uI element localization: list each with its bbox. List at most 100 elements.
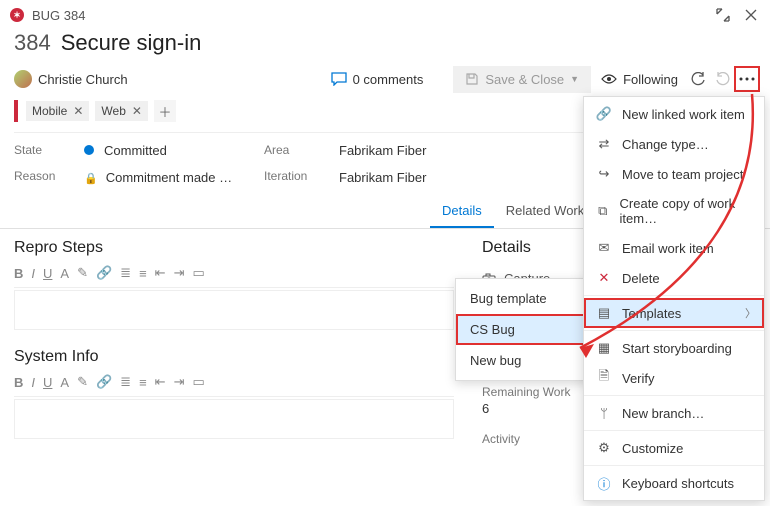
bold-icon[interactable]: B bbox=[14, 375, 23, 390]
menu-create-copy[interactable]: ⧉Create copy of work item… bbox=[584, 189, 764, 233]
menu-shortcuts[interactable]: ⓘKeyboard shortcuts bbox=[584, 468, 764, 498]
menu-separator bbox=[584, 465, 764, 466]
refresh-icon[interactable] bbox=[686, 67, 710, 91]
number-list-icon[interactable]: ≡ bbox=[139, 266, 147, 281]
menu-move-team[interactable]: ↪Move to team project bbox=[584, 159, 764, 189]
fullscreen-icon[interactable] bbox=[714, 6, 732, 24]
iteration-label: Iteration bbox=[264, 169, 319, 183]
swap-icon: ⇄ bbox=[596, 136, 612, 152]
reason-value[interactable]: Commitment made … bbox=[84, 170, 244, 185]
system-info-editor[interactable] bbox=[14, 399, 454, 439]
copy-icon: ⧉ bbox=[596, 203, 610, 219]
indent-icon[interactable]: ⇥ bbox=[174, 374, 185, 390]
follow-label: Following bbox=[623, 72, 678, 87]
reason-label: Reason bbox=[14, 169, 64, 183]
menu-separator bbox=[584, 295, 764, 296]
rich-text-toolbar: B I U A ✎ 🔗 ≣ ≡ ⇤ ⇥ ▭ bbox=[14, 374, 454, 397]
state-label: State bbox=[14, 143, 64, 157]
work-item-id: 384 bbox=[14, 30, 51, 56]
menu-email[interactable]: ✉Email work item bbox=[584, 233, 764, 263]
tag-remove-icon[interactable]: ✕ bbox=[132, 104, 142, 118]
color-strip bbox=[14, 100, 18, 122]
link-icon: 🔗 bbox=[596, 106, 612, 122]
tag-label: Web bbox=[101, 104, 125, 118]
menu-storyboard[interactable]: ▦Start storyboarding bbox=[584, 333, 764, 363]
storyboard-icon: ▦ bbox=[596, 340, 612, 356]
underline-icon[interactable]: U bbox=[43, 375, 52, 390]
bold-icon[interactable]: B bbox=[14, 266, 23, 281]
bullet-list-icon[interactable]: ≣ bbox=[120, 265, 131, 281]
system-info-heading: System Info bbox=[14, 348, 454, 366]
add-tag-button[interactable]: ＋ bbox=[154, 100, 176, 122]
link-icon[interactable]: 🔗 bbox=[96, 265, 112, 281]
indent-icon[interactable]: ⇥ bbox=[174, 265, 185, 281]
state-value[interactable]: Committed bbox=[84, 143, 244, 158]
info-icon: ⓘ bbox=[596, 475, 612, 491]
font-icon[interactable]: A bbox=[60, 266, 69, 281]
underline-icon[interactable]: U bbox=[43, 266, 52, 281]
image-icon[interactable]: ▭ bbox=[192, 265, 204, 281]
font-icon[interactable]: A bbox=[60, 375, 69, 390]
save-close-button: Save & Close ▼ bbox=[453, 66, 591, 93]
undo-icon[interactable] bbox=[710, 67, 734, 91]
menu-separator bbox=[584, 330, 764, 331]
menu-new-branch[interactable]: ᛘNew branch… bbox=[584, 398, 764, 428]
template-icon: ▤ bbox=[596, 305, 612, 321]
template-item-cs-bug[interactable]: CS Bug bbox=[456, 314, 589, 345]
work-item-title[interactable]: Secure sign-in bbox=[61, 30, 202, 56]
outdent-icon[interactable]: ⇤ bbox=[155, 265, 166, 281]
italic-icon[interactable]: I bbox=[31, 266, 35, 281]
italic-icon[interactable]: I bbox=[31, 375, 35, 390]
area-label: Area bbox=[264, 143, 319, 157]
state-dot-icon bbox=[84, 145, 94, 155]
rich-text-toolbar: B I U A ✎ 🔗 ≣ ≡ ⇤ ⇥ ▭ bbox=[14, 265, 454, 288]
repro-steps-editor[interactable] bbox=[14, 290, 454, 330]
delete-icon: ✕ bbox=[596, 270, 612, 286]
template-item-new-bug[interactable]: New bug bbox=[456, 345, 589, 376]
follow-toggle[interactable]: Following bbox=[601, 72, 678, 87]
more-actions-menu: 🔗New linked work item ⇄Change type… ↪Mov… bbox=[583, 96, 765, 501]
menu-change-type[interactable]: ⇄Change type… bbox=[584, 129, 764, 159]
lock-icon bbox=[84, 170, 106, 185]
menu-customize[interactable]: ⚙Customize bbox=[584, 433, 764, 463]
menu-verify[interactable]: 🗎Verify bbox=[584, 363, 764, 393]
bug-tag-label: BUG 384 bbox=[32, 8, 704, 23]
image-icon[interactable]: ▭ bbox=[192, 374, 204, 390]
eye-icon bbox=[601, 73, 617, 85]
comments-count[interactable]: 0 comments bbox=[353, 72, 424, 87]
more-actions-button[interactable] bbox=[734, 66, 760, 92]
tag-remove-icon[interactable]: ✕ bbox=[73, 104, 83, 118]
template-item-bug-template[interactable]: Bug template bbox=[456, 283, 589, 314]
mail-icon: ✉ bbox=[596, 240, 612, 256]
menu-delete[interactable]: ✕Delete bbox=[584, 263, 764, 293]
bug-type-icon: ✶ bbox=[10, 8, 24, 22]
avatar[interactable] bbox=[14, 70, 32, 88]
iteration-value[interactable]: Fabrikam Fiber bbox=[339, 170, 469, 185]
branch-icon: ᛘ bbox=[596, 405, 612, 421]
menu-separator bbox=[584, 395, 764, 396]
assignee-name[interactable]: Christie Church bbox=[38, 72, 128, 87]
highlight-icon[interactable]: ✎ bbox=[77, 265, 88, 281]
ellipsis-icon bbox=[739, 77, 755, 81]
menu-separator bbox=[584, 430, 764, 431]
menu-new-linked[interactable]: 🔗New linked work item bbox=[584, 99, 764, 129]
move-icon: ↪ bbox=[596, 166, 612, 182]
tag-mobile[interactable]: Mobile ✕ bbox=[26, 101, 89, 121]
chevron-down-icon: ▼ bbox=[570, 74, 579, 84]
link-icon[interactable]: 🔗 bbox=[96, 374, 112, 390]
comments-icon[interactable] bbox=[331, 72, 347, 86]
verify-icon: 🗎 bbox=[596, 370, 612, 386]
outdent-icon[interactable]: ⇤ bbox=[155, 374, 166, 390]
tab-details[interactable]: Details bbox=[430, 195, 494, 228]
save-icon bbox=[465, 72, 479, 86]
menu-templates[interactable]: ▤Templates〉 bbox=[584, 298, 764, 328]
tag-label: Mobile bbox=[32, 104, 67, 118]
highlight-icon[interactable]: ✎ bbox=[77, 374, 88, 390]
area-value[interactable]: Fabrikam Fiber bbox=[339, 143, 469, 158]
bullet-list-icon[interactable]: ≣ bbox=[120, 374, 131, 390]
close-icon[interactable] bbox=[742, 6, 760, 24]
tag-web[interactable]: Web ✕ bbox=[95, 101, 148, 121]
number-list-icon[interactable]: ≡ bbox=[139, 375, 147, 390]
save-close-label: Save & Close bbox=[485, 72, 564, 87]
customize-icon: ⚙ bbox=[596, 440, 612, 456]
